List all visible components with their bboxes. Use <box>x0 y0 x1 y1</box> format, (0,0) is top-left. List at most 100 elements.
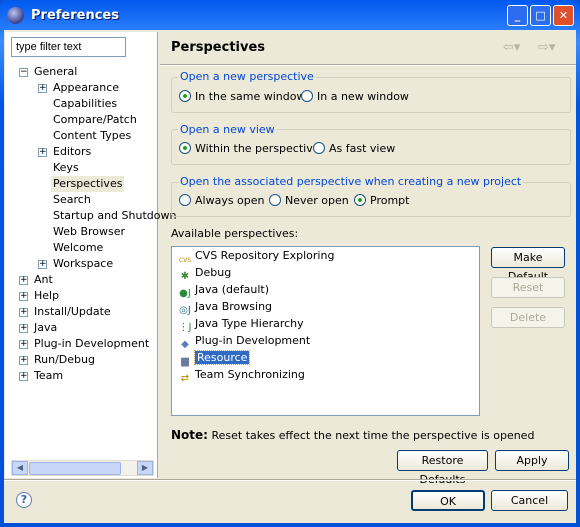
radio-label: As fast view <box>329 142 396 155</box>
expand-icon[interactable]: + <box>19 276 28 285</box>
radio-label: Never open <box>285 194 349 207</box>
back-arrow-icon[interactable]: ⇦▾ <box>503 40 520 55</box>
perspective-item[interactable]: CVS CVS Repository Exploring <box>177 248 335 264</box>
radio-label: Prompt <box>370 194 410 207</box>
perspective-item[interactable]: ◎J Java Browsing <box>177 299 273 316</box>
tree-item[interactable]: Perspectives <box>51 176 125 192</box>
expand-icon[interactable]: + <box>19 372 28 381</box>
radio-icon <box>354 194 366 206</box>
tree-item[interactable]: Welcome <box>51 240 105 256</box>
radio-new-window[interactable]: In a new window <box>301 90 409 104</box>
minimize-button[interactable]: _ <box>507 5 528 26</box>
tree-item[interactable]: Help <box>32 288 61 304</box>
tree-item[interactable]: Keys <box>51 160 81 176</box>
sync-icon: ⇄ <box>180 373 190 384</box>
perspective-item[interactable]: ◆ Plug-in Development <box>177 333 310 350</box>
expand-icon[interactable]: + <box>19 308 28 317</box>
scroll-left-button[interactable]: ◀ <box>12 461 28 475</box>
radio-icon <box>313 142 325 154</box>
note: Note: Reset takes effect the next time t… <box>171 428 534 442</box>
java-icon: ●J <box>179 288 191 299</box>
radio-icon <box>179 90 191 102</box>
tree-item[interactable]: Appearance <box>51 80 121 96</box>
tree-item[interactable]: Capabilities <box>51 96 119 112</box>
window-title: Preferences <box>31 8 119 23</box>
tree-item[interactable]: Team <box>32 368 65 384</box>
collapse-icon[interactable]: − <box>19 68 28 77</box>
group-label: Open a new view <box>178 123 277 136</box>
java-browsing-icon: ◎J <box>179 305 191 316</box>
radio-label: Within the perspective <box>195 142 320 155</box>
perspective-item[interactable]: ▆ Resource <box>177 350 251 367</box>
tree-item[interactable]: Java <box>32 320 59 336</box>
perspective-label: Debug <box>195 266 232 279</box>
footer-separator <box>4 479 576 481</box>
expand-icon[interactable]: + <box>38 148 47 157</box>
perspective-label: Team Synchronizing <box>195 368 305 381</box>
radio-always-open[interactable]: Always open <box>179 194 265 208</box>
perspective-label: Java Type Hierarchy <box>195 317 304 330</box>
radio-never-open[interactable]: Never open <box>269 194 349 208</box>
restore-defaults-button[interactable]: Restore Defaults <box>397 450 488 486</box>
cancel-button[interactable]: Cancel <box>491 490 568 511</box>
eclipse-icon <box>7 7 24 24</box>
expand-icon[interactable]: + <box>19 292 28 301</box>
reset-button[interactable]: Reset <box>491 277 565 298</box>
hierarchy-icon: ⋮J <box>178 322 192 333</box>
close-button[interactable]: ✕ <box>553 5 574 26</box>
header-separator <box>160 64 576 66</box>
perspective-label: Java (default) <box>195 283 270 296</box>
scroll-right-button[interactable]: ▶ <box>137 461 153 475</box>
expand-icon[interactable]: + <box>38 84 47 93</box>
perspective-label: Resource <box>193 350 251 365</box>
tree-item[interactable]: General <box>32 64 79 80</box>
delete-button[interactable]: Delete <box>491 307 565 328</box>
tree-item[interactable]: Plug-in Development <box>32 336 151 352</box>
perspective-label: Java Browsing <box>195 300 273 313</box>
radio-label: Always open <box>195 194 265 207</box>
expand-icon[interactable]: + <box>19 324 28 333</box>
note-text: Reset takes effect the next time the per… <box>211 429 535 442</box>
tree-item[interactable]: Compare/Patch <box>51 112 139 128</box>
radio-within-perspective[interactable]: Within the perspective <box>179 142 320 156</box>
resource-icon: ▆ <box>181 356 189 367</box>
horizontal-scrollbar[interactable]: ◀ ▶ <box>11 460 154 476</box>
tree-item[interactable]: Startup and Shutdown <box>51 208 178 224</box>
group-label: Open the associated perspective when cre… <box>178 175 524 188</box>
group-label: Open a new perspective <box>178 70 316 83</box>
perspective-label: CVS Repository Exploring <box>195 249 335 262</box>
tree-item[interactable]: Run/Debug <box>32 352 97 368</box>
tree-item[interactable]: Editors <box>51 144 93 160</box>
radio-icon <box>269 194 281 206</box>
tree-item[interactable]: Workspace <box>51 256 115 272</box>
radio-fast-view[interactable]: As fast view <box>313 142 395 156</box>
radio-label: In a new window <box>317 90 409 103</box>
radio-label: In the same window <box>195 90 306 103</box>
perspectives-list[interactable]: CVS CVS Repository Exploring ✱ Debug ●J Java … <box>171 246 480 416</box>
radio-icon <box>301 90 313 102</box>
apply-button[interactable]: Apply <box>495 450 569 471</box>
plugin-icon: ◆ <box>181 339 189 350</box>
tree-item[interactable]: Web Browser <box>51 224 127 240</box>
tree-item[interactable]: Content Types <box>51 128 133 144</box>
ok-button[interactable]: OK <box>411 490 485 511</box>
scroll-thumb[interactable] <box>29 462 121 475</box>
perspective-item[interactable]: ⋮J Java Type Hierarchy <box>177 316 304 333</box>
radio-same-window[interactable]: In the same window <box>179 90 305 104</box>
forward-arrow-icon[interactable]: ⇨▾ <box>538 40 555 55</box>
tree-item[interactable]: Install/Update <box>32 304 113 320</box>
note-label: Note: <box>171 428 208 442</box>
expand-icon[interactable]: + <box>19 356 28 365</box>
maximize-button[interactable]: □ <box>530 5 551 26</box>
expand-icon[interactable]: + <box>19 340 28 349</box>
tree-item[interactable]: Search <box>51 192 93 208</box>
help-icon[interactable]: ? <box>16 492 32 508</box>
perspective-item[interactable]: ✱ Debug <box>177 265 232 282</box>
tree-item[interactable]: Ant <box>32 272 55 288</box>
radio-prompt[interactable]: Prompt <box>354 194 409 208</box>
filter-input[interactable] <box>11 37 126 57</box>
perspective-item[interactable]: ⇄ Team Synchronizing <box>177 367 305 384</box>
expand-icon[interactable]: + <box>38 260 47 269</box>
perspective-item[interactable]: ●J Java (default) <box>177 282 270 299</box>
make-default-button[interactable]: Make Default <box>491 247 565 283</box>
